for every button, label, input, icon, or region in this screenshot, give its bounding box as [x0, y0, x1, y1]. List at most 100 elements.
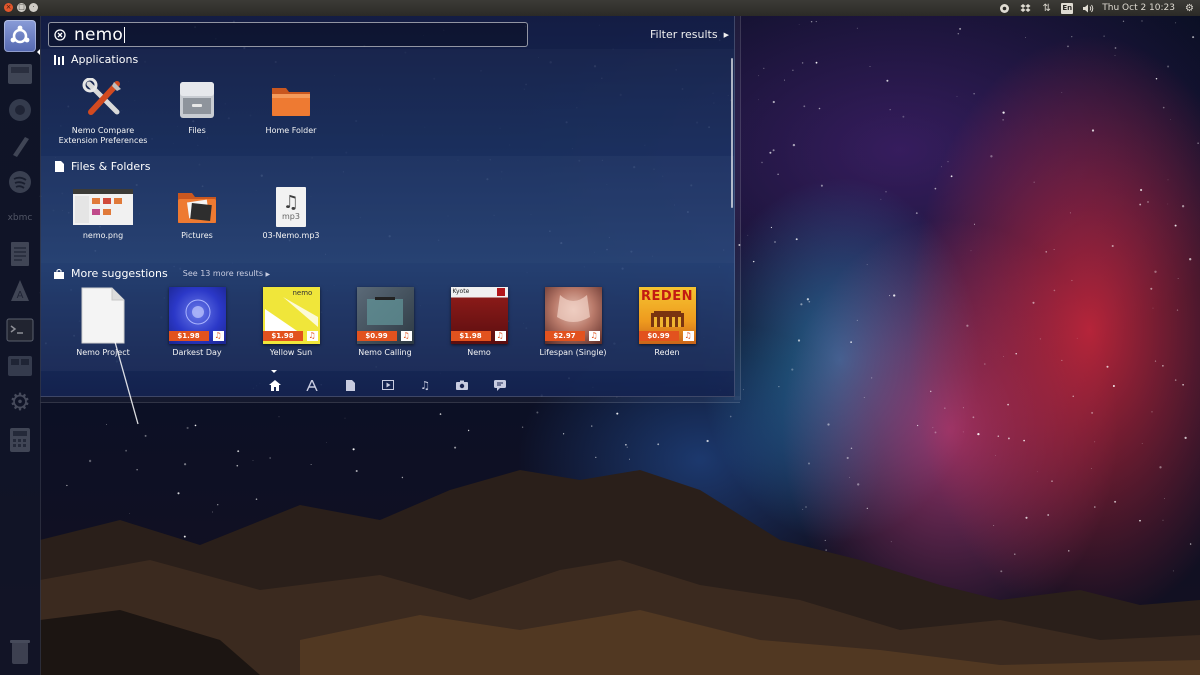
- launcher-spotify[interactable]: [4, 166, 36, 198]
- launcher-text-editor[interactable]: [4, 130, 36, 162]
- search-box[interactable]: nemo: [48, 22, 528, 47]
- triangle-right-icon: ▶: [723, 30, 729, 39]
- social-icon[interactable]: [493, 379, 507, 391]
- album-art: Kyote $1.98 ♫: [450, 287, 508, 344]
- music-note-icon: ♫: [282, 191, 300, 213]
- launcher: xbmc A ⚙: [0, 16, 41, 675]
- file-tile-03-nemo-mp3[interactable]: ♫ mp3 03-Nemo.mp3: [244, 187, 338, 241]
- music-note-icon: ♫: [306, 331, 318, 341]
- more-suggestions-header[interactable]: More suggestions See 13 more results ▶: [54, 267, 270, 280]
- suggestion-tile-nemo[interactable]: Kyote $1.98 ♫ Nemo: [432, 287, 526, 358]
- suggestion-tile-darkest-day[interactable]: $1.98 ♫ Darkest Day: [150, 287, 244, 358]
- file-cabinet-icon: [150, 78, 244, 122]
- launcher-trash[interactable]: [4, 636, 36, 668]
- suggestion-tile-label: Nemo: [467, 348, 491, 357]
- mp3-file-icon: ♫ mp3: [276, 187, 306, 227]
- launcher-files[interactable]: [4, 58, 36, 90]
- document-icon: [9, 241, 31, 267]
- files-icon[interactable]: [343, 379, 357, 391]
- badge-icon: [496, 288, 505, 296]
- album-art: $1.98 ♫: [168, 287, 226, 344]
- suggestion-tile-nemo-calling[interactable]: $0.99 ♫ Nemo Calling: [338, 287, 432, 358]
- suggestion-tile-label: Lifespan (Single): [539, 348, 607, 357]
- clock[interactable]: Thu Oct 2 10:23: [1102, 3, 1175, 13]
- music-note-icon: ♫: [400, 331, 412, 341]
- launcher-browser[interactable]: [4, 94, 36, 126]
- xbmc-icon: xbmc: [7, 213, 33, 223]
- launcher-xbmc[interactable]: xbmc: [4, 202, 36, 234]
- close-window-button[interactable]: ×: [4, 3, 13, 12]
- app-tile-label: Home Folder: [265, 126, 317, 135]
- file-tile-label: 03-Nemo.mp3: [262, 231, 320, 240]
- app-tile-files[interactable]: Files: [150, 78, 244, 136]
- settings-gear-icon[interactable]: ⚙: [1183, 2, 1196, 15]
- pictures-folder-icon: [150, 187, 244, 227]
- applications-category-icon: [54, 54, 64, 65]
- launcher-active-arrow: [37, 49, 40, 55]
- suggestion-tile-yellow-sun[interactable]: nemo $1.98 ♫ Yellow Sun: [244, 287, 338, 358]
- app-tile-nemo-compare[interactable]: Nemo Compare Extension Preferences: [56, 78, 150, 146]
- suggestion-tile-reden[interactable]: REDEN $0.99 ♫ Reden: [620, 287, 714, 358]
- text-editor-icon: [7, 133, 33, 159]
- shopping-bag-icon: [54, 268, 64, 279]
- applications-title: Applications: [71, 53, 139, 66]
- file-tile-nemo-png[interactable]: nemo.png: [56, 187, 150, 241]
- launcher-workspace[interactable]: [4, 350, 36, 382]
- dropbox-icon[interactable]: [1019, 2, 1032, 15]
- file-tile-label: Pictures: [181, 231, 213, 240]
- tools-icon: [56, 78, 150, 122]
- dash-scrollbar[interactable]: [731, 58, 733, 208]
- video-icon[interactable]: [381, 379, 395, 391]
- launcher-calculator[interactable]: [4, 424, 36, 456]
- price-tag: $0.99: [356, 331, 397, 341]
- calculator-icon: [9, 427, 31, 453]
- music-icon[interactable]: ♫: [418, 379, 432, 392]
- price-tag: $1.98: [262, 331, 303, 341]
- gear-circle-icon[interactable]: [998, 2, 1011, 15]
- text-caret: [124, 26, 125, 43]
- album-art-text: Kyote: [452, 288, 470, 295]
- filter-results-label: Filter results: [650, 28, 718, 41]
- launcher-system-settings[interactable]: ⚙: [4, 386, 36, 418]
- keyboard-layout-icon[interactable]: En: [1061, 2, 1074, 14]
- launcher-software-center[interactable]: A: [4, 274, 36, 306]
- files-folders-title: Files & Folders: [71, 160, 151, 173]
- workspace-icon: [7, 354, 33, 378]
- file-tile-pictures[interactable]: Pictures: [150, 187, 244, 241]
- see-more-results-link[interactable]: See 13 more results ▶: [183, 269, 270, 278]
- album-art: nemo $1.98 ♫: [262, 287, 320, 344]
- file-category-icon: [54, 161, 64, 172]
- filter-results-button[interactable]: Filter results ▶: [650, 28, 729, 41]
- app-tile-label: Nemo Compare Extension Preferences: [58, 126, 148, 145]
- app-tile-label: Files: [188, 126, 206, 135]
- album-art: $2.97 ♫: [544, 287, 602, 344]
- launcher-document[interactable]: [4, 238, 36, 270]
- volume-icon[interactable]: [1081, 2, 1094, 15]
- price-tag: $0.99: [638, 331, 679, 341]
- suggestion-tile-lifespan[interactable]: $2.97 ♫ Lifespan (Single): [526, 287, 620, 358]
- clear-search-icon[interactable]: [54, 28, 66, 41]
- software-center-icon: A: [7, 277, 33, 303]
- ubuntu-dash-button[interactable]: [4, 20, 36, 52]
- triangle-right-icon: ▶: [265, 271, 271, 278]
- photo-icon[interactable]: [455, 379, 469, 391]
- maximize-window-button[interactable]: □: [17, 3, 26, 12]
- search-input[interactable]: nemo: [74, 25, 125, 45]
- files-folders-header[interactable]: Files & Folders: [54, 160, 150, 173]
- applications-icon[interactable]: [305, 379, 319, 391]
- home-folder-icon: [244, 78, 338, 122]
- see-more-results-label: See 13 more results: [182, 269, 263, 278]
- network-arrows-icon[interactable]: ⇅: [1040, 2, 1053, 15]
- album-art: REDEN $0.99 ♫: [638, 287, 696, 344]
- music-note-icon: ♫: [682, 331, 694, 341]
- music-note-icon: ♫: [212, 331, 224, 341]
- window-menu-button[interactable]: ·: [29, 3, 38, 12]
- app-tile-home-folder[interactable]: Home Folder: [244, 78, 338, 136]
- browser-icon: [7, 97, 33, 123]
- suggestion-tile-label: Nemo Calling: [358, 348, 412, 357]
- indicator-area: ⇅ En Thu Oct 2 10:23 ⚙: [998, 0, 1196, 16]
- applications-header[interactable]: Applications: [54, 53, 138, 66]
- launcher-terminal[interactable]: [4, 314, 36, 346]
- mp3-badge: mp3: [282, 211, 300, 221]
- home-icon[interactable]: [268, 379, 282, 391]
